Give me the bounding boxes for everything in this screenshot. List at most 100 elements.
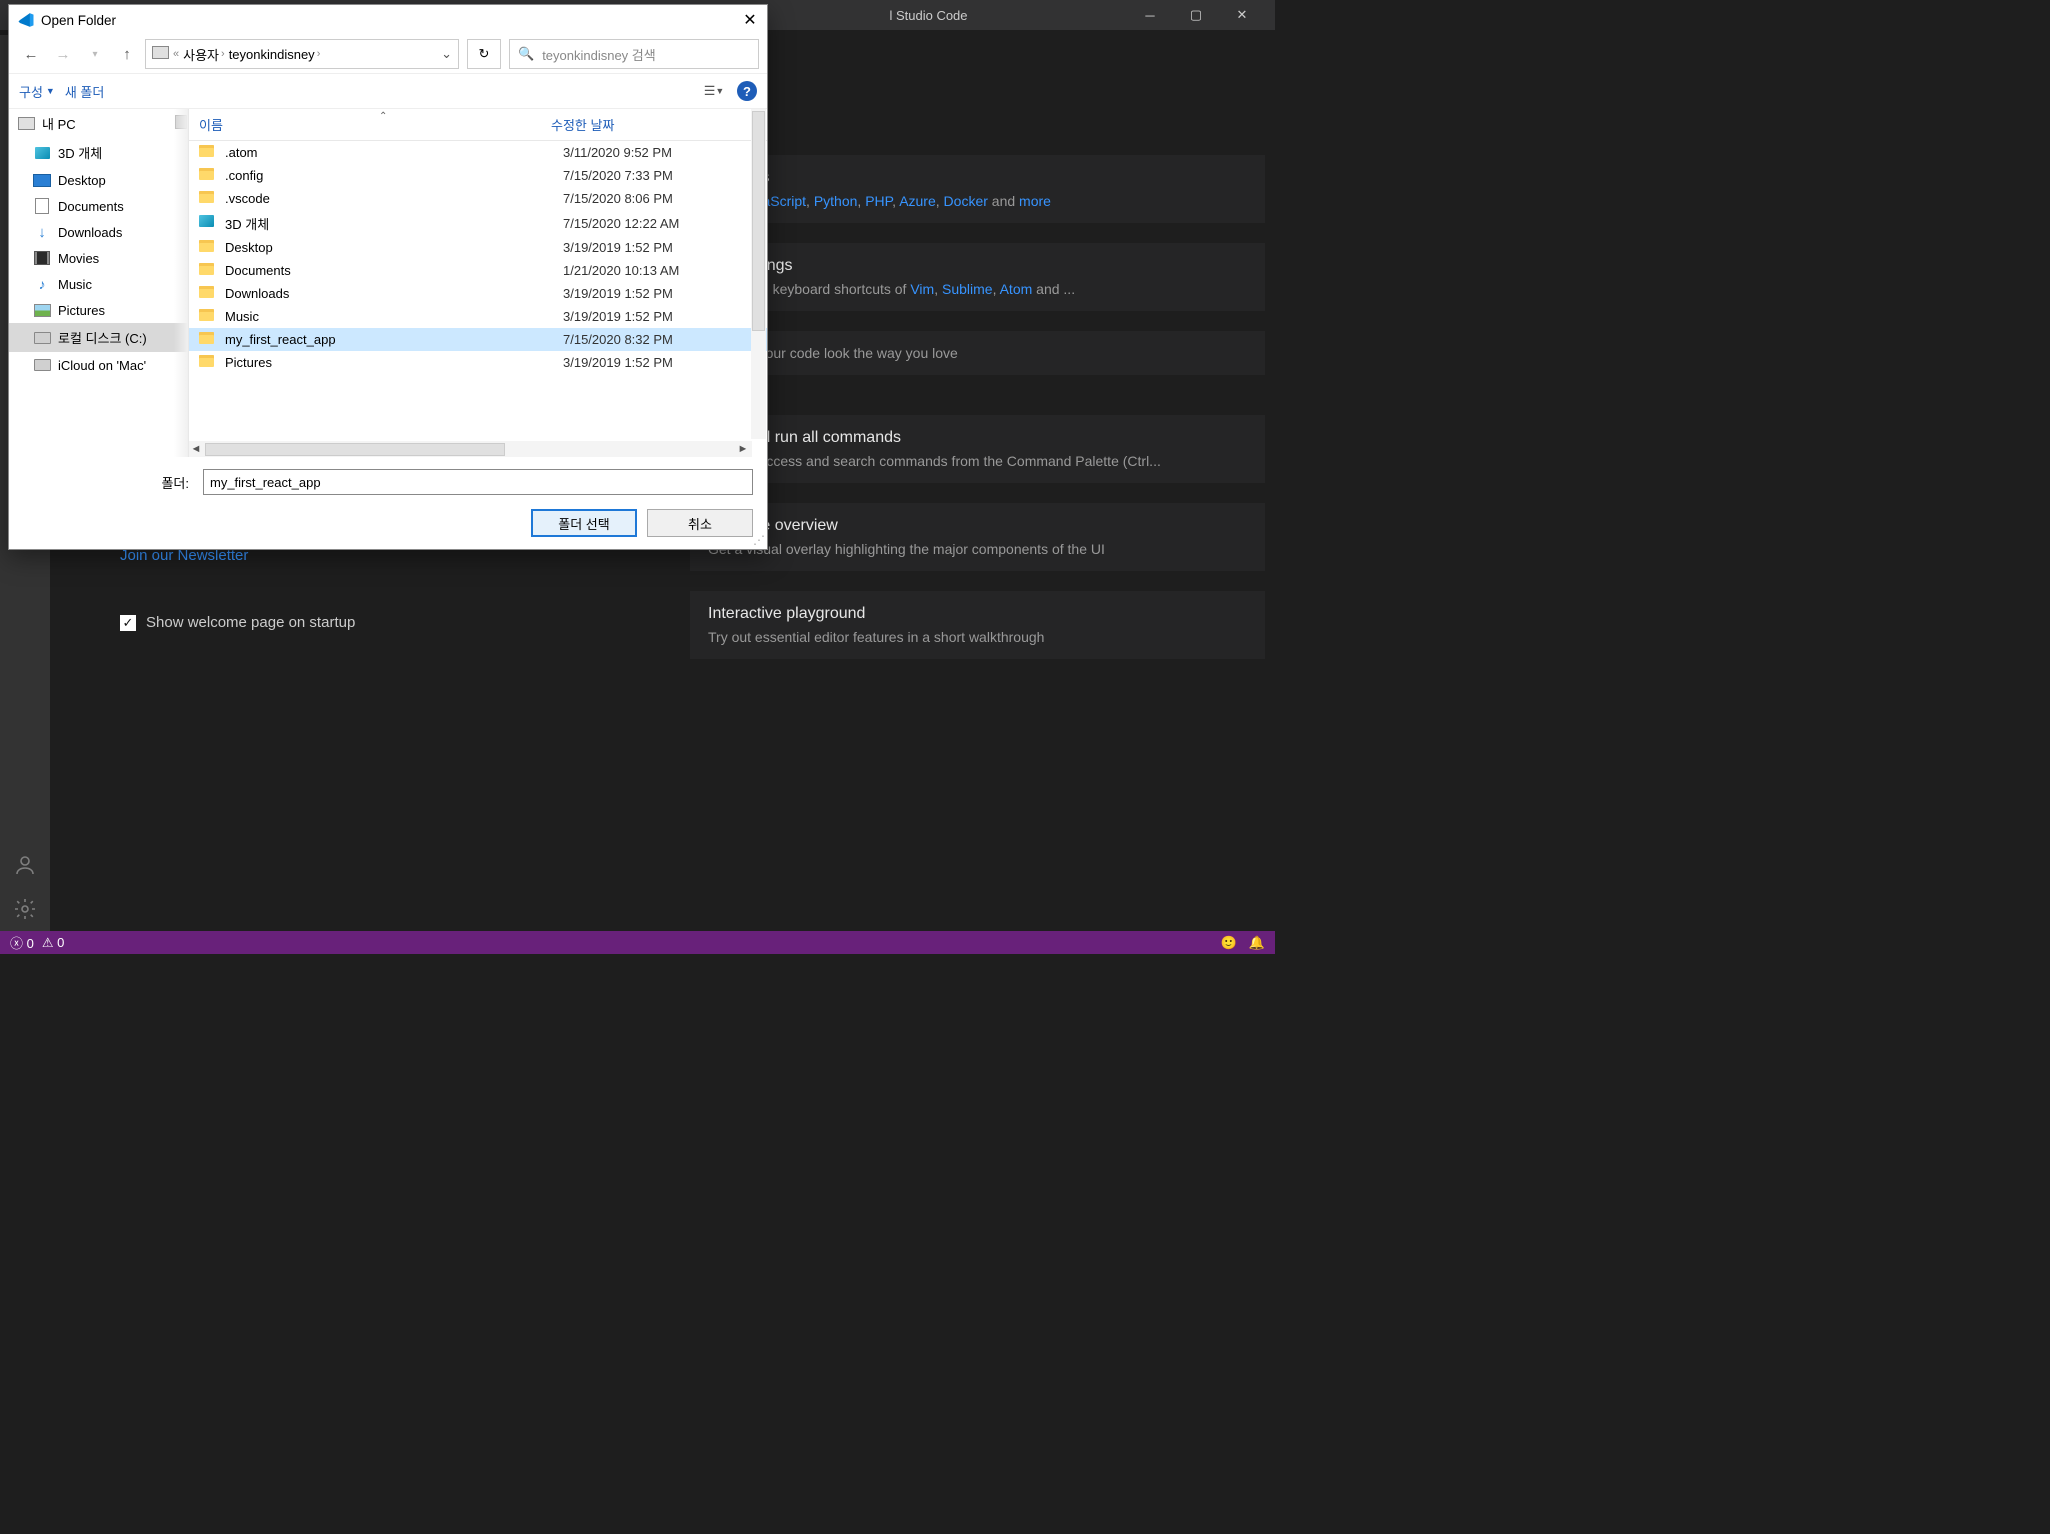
folder-icon [199,145,217,161]
account-icon[interactable] [13,853,37,877]
learn-card-commands[interactable]: Find and run all commands Rapidly access… [690,415,1265,483]
tree-item[interactable]: Desktop [9,167,188,193]
view-options-button[interactable]: ☰ ▼ [701,80,727,102]
file-row[interactable]: my_first_react_app7/15/2020 8:32 PM [189,328,767,351]
new-folder-button[interactable]: 새 폴더 [65,82,105,101]
file-row[interactable]: Pictures3/19/2019 1:52 PM [189,351,767,374]
show-welcome-checkbox[interactable]: ✓ [120,615,136,631]
file-date: 7/15/2020 8:06 PM [563,191,673,206]
card-desc: ttings and keyboard shortcuts of Vim, Su… [708,281,1247,297]
maximize-button[interactable]: ▢ [1173,0,1219,30]
sort-indicator-icon: ⌃ [379,111,387,122]
file-list-header: ⌃ 이름 수정한 날짜 [189,109,767,141]
status-errors[interactable]: ⓧ 0 [10,933,34,952]
scroll-right-icon[interactable]: ► [736,443,750,455]
file-row[interactable]: Desktop3/19/2019 1:52 PM [189,236,767,259]
card-desc: itor and your code look the way you love [708,345,1247,361]
tree-scrollbar-thumb[interactable] [175,115,187,129]
bell-icon[interactable]: 🔔 [1249,935,1265,951]
help-button[interactable]: ? [737,81,757,101]
tree-item[interactable]: Movies [9,245,188,271]
file-row[interactable]: .atom 3/11/2020 9:52 PM [189,141,767,164]
file-row[interactable]: Downloads3/19/2019 1:52 PM [189,282,767,305]
tree-item[interactable]: 로컬 디스크 (C:) [9,323,188,352]
file-date: 3/11/2020 9:52 PM [563,145,672,160]
checkbox-label: Show welcome page on startup [146,614,355,631]
status-warnings[interactable]: ⚠ 0 [42,935,65,951]
tree-item-label: 로컬 디스크 (C:) [58,328,147,347]
folder-icon [199,263,217,279]
show-welcome-checkbox-row: ✓ Show welcome page on startup [120,614,660,631]
open-folder-dialog: Open Folder ✕ ← → ▾ ↑ « 사용자 › teyonkindi… [8,4,768,550]
file-name: .vscode [225,191,555,206]
scroll-left-icon[interactable]: ◄ [189,443,203,455]
folder-name-input[interactable] [203,469,753,495]
learn-card-overview[interactable]: Interface overview Get a visual overlay … [690,503,1265,571]
dialog-nav: ← → ▾ ↑ « 사용자 › teyonkindisney › ⌄ ↻ 🔍 t… [9,35,767,73]
learn-card-playground[interactable]: Interactive playground Try out essential… [690,591,1265,659]
file-date: 1/21/2020 10:13 AM [563,263,679,278]
file-row[interactable]: Documents1/21/2020 10:13 AM [189,259,767,282]
horizontal-scrollbar[interactable]: ◄ ► [189,441,752,457]
tree-item[interactable]: Pictures [9,297,188,323]
pc-icon [152,46,169,62]
link-vim[interactable]: Vim [910,281,934,297]
file-name: .atom [225,145,555,160]
file-row[interactable]: 3D 개체7/15/2020 12:22 AM [189,210,767,236]
file-name: Music [225,309,555,324]
minimize-button[interactable]: ─ [1127,0,1173,30]
organize-menu[interactable]: 구성 ▼ [19,82,55,101]
scrollbar-thumb[interactable] [752,111,765,331]
select-folder-button[interactable]: 폴더 선택 [531,509,637,537]
scrollbar-thumb[interactable] [205,443,505,456]
refresh-button[interactable]: ↻ [467,39,501,69]
vertical-scrollbar[interactable] [751,109,766,439]
link-docker[interactable]: Docker [944,193,988,209]
file-name: my_first_react_app [225,332,555,347]
nav-forward-button[interactable]: → [49,42,77,66]
link-azure[interactable]: Azure [899,193,936,209]
tree-item[interactable]: Documents [9,193,188,219]
column-date[interactable]: 수정한 날짜 [551,115,614,134]
file-name: Pictures [225,355,555,370]
folder3d [33,145,51,161]
customize-card-languages: nguages rt for JavaScript, Python, PHP, … [690,155,1265,223]
link-python[interactable]: Python [814,193,858,209]
tree-item-label: Downloads [58,225,122,240]
nav-back-button[interactable]: ← [17,42,45,66]
tree-item[interactable]: iCloud on 'Mac' [9,352,188,378]
disk-icon [33,357,51,373]
link-sublime[interactable]: Sublime [942,281,993,297]
breadcrumb-dropdown-icon[interactable]: ⌄ [441,46,452,62]
close-button[interactable]: ✕ [1219,0,1265,30]
customize-card-theme: itor and your code look the way you love [690,331,1265,375]
file-row[interactable]: .config7/15/2020 7:33 PM [189,164,767,187]
file-row[interactable]: Music3/19/2019 1:52 PM [189,305,767,328]
resize-grip-icon[interactable]: ⋰ [753,533,765,547]
link-atom[interactable]: Atom [1000,281,1033,297]
breadcrumb-seg-user[interactable]: teyonkindisney › [229,47,321,62]
link-more[interactable]: more [1019,193,1051,209]
tree-item[interactable]: 3D 개체 [9,138,188,167]
customize-card-keybindings: keybindings ttings and keyboard shortcut… [690,243,1265,311]
cancel-button[interactable]: 취소 [647,509,753,537]
tree-item[interactable]: ↓Downloads [9,219,188,245]
file-list: ⌃ 이름 수정한 날짜 .atom 3/11/2020 9:52 PM .confi… [189,109,767,457]
file-name: Downloads [225,286,555,301]
tree-item[interactable]: ♪Music [9,271,188,297]
card-title: Find and run all commands [708,429,1247,447]
breadcrumb-seg-users[interactable]: 사용자 › [183,45,225,64]
link-php[interactable]: PHP [865,193,892,209]
search-box[interactable]: 🔍 teyonkindisney 검색 [509,39,759,69]
tree-item-pc[interactable]: 내 PC [9,109,188,138]
feedback-icon[interactable]: 🙂 [1221,935,1237,951]
file-row[interactable]: .vscode 7/15/2020 8:06 PM [189,187,767,210]
breadcrumb[interactable]: « 사용자 › teyonkindisney › ⌄ [145,39,459,69]
nav-recent-button[interactable]: ▾ [81,42,109,66]
dialog-close-button[interactable]: ✕ [741,11,759,29]
card-desc: Try out essential editor features in a s… [708,629,1247,645]
folder-tree[interactable]: 내 PC 3D 개체DesktopDocuments↓DownloadsMovi… [9,109,189,457]
settings-gear-icon[interactable] [13,897,37,921]
column-name[interactable]: 이름 [199,115,547,134]
nav-up-button[interactable]: ↑ [113,42,141,66]
